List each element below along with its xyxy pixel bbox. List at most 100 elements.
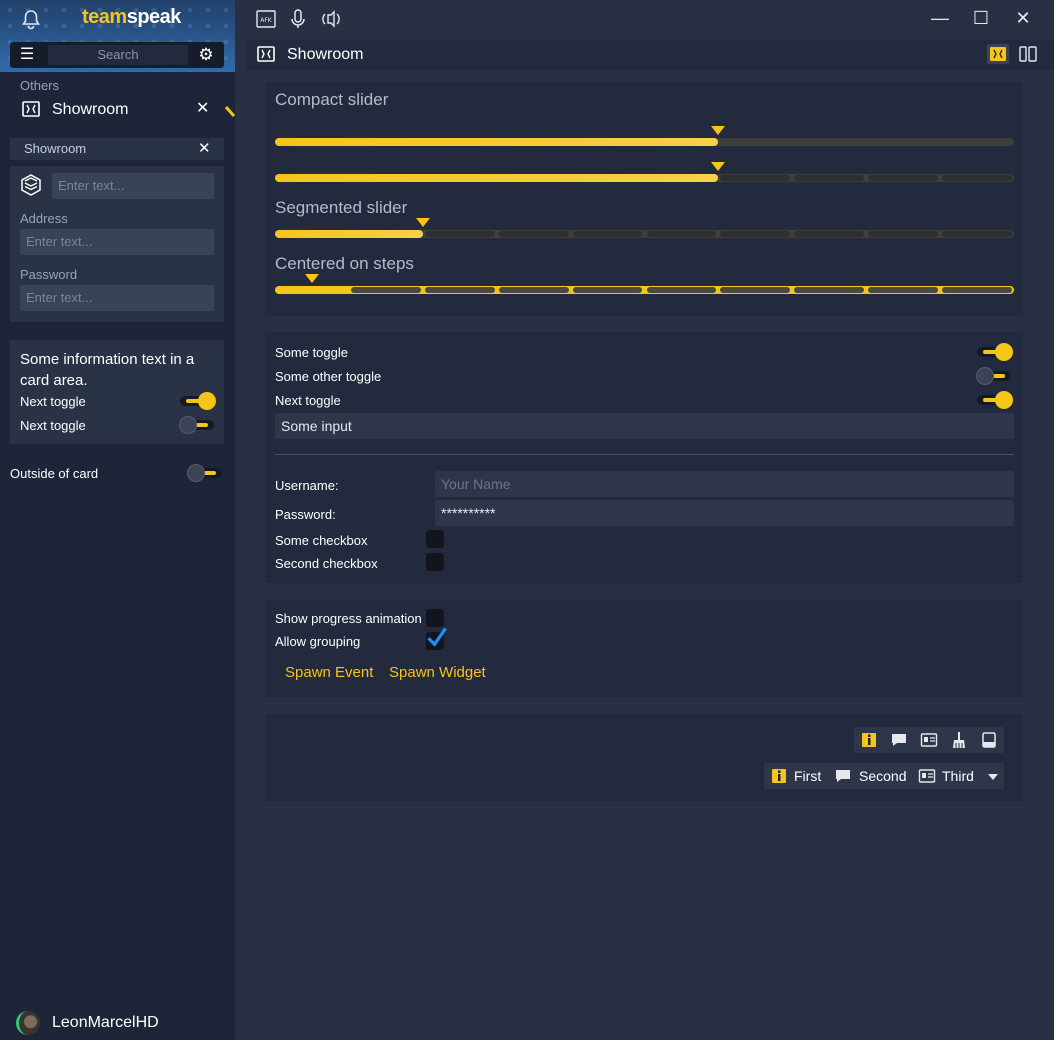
bell-icon[interactable] [20, 8, 42, 30]
sidebar-tab-showroom[interactable]: Showroom ✕ [10, 138, 224, 160]
split-view-button[interactable] [1017, 44, 1039, 64]
address-label: Address [20, 211, 68, 226]
svg-text:AFK: AFK [260, 17, 273, 24]
segmented-slider[interactable] [275, 218, 1014, 238]
menu-button[interactable]: ☰ [12, 44, 42, 66]
progress-animation-label: Show progress animation [275, 611, 422, 626]
segmented-slider-title: Segmented slider [275, 198, 408, 217]
speaker-icon[interactable] [319, 8, 341, 30]
sliders-card: Compact slider Segmented slider Centered… [265, 82, 1023, 316]
slider-segment [498, 287, 569, 293]
some-toggle[interactable] [975, 343, 1013, 361]
sidebar-header: teamspeak ☰ Search ⚙ [0, 0, 235, 72]
segment-second[interactable]: Second [859, 768, 906, 784]
toggles-card: Some toggle Some other toggle Next toggl… [265, 332, 1023, 583]
avatar[interactable] [16, 1011, 40, 1035]
split-view-icon [1019, 46, 1037, 62]
close-window-button[interactable]: ✕ [1008, 6, 1038, 30]
info-icon[interactable] [860, 731, 878, 749]
some-checkbox[interactable] [426, 530, 444, 548]
spawn-widget-button[interactable]: Spawn Widget [389, 664, 486, 681]
slider-segment [868, 231, 939, 237]
slider-segment [277, 287, 347, 293]
slider-segment [720, 287, 791, 293]
some-other-toggle-label: Some other toggle [275, 369, 382, 384]
some-input[interactable]: Some input [275, 413, 1014, 439]
toggle-label: Next toggle [20, 394, 86, 409]
some-other-toggle[interactable] [975, 367, 1013, 385]
id-card-icon[interactable] [920, 731, 938, 749]
compact-segmented-slider[interactable] [275, 162, 1014, 182]
section-label-others: Others [20, 78, 60, 93]
username-label: Username: [275, 478, 339, 493]
outside-toggle[interactable] [186, 464, 224, 482]
sidebar-toolbar: ☰ Search ⚙ [10, 42, 224, 68]
sidebar-item-label: Showroom [52, 101, 129, 118]
next-toggle-2[interactable] [178, 416, 216, 434]
gear-icon[interactable]: ⚙ [194, 44, 218, 66]
slider-segment [720, 175, 791, 181]
slider-segment [794, 287, 865, 293]
sidebar-item-showroom[interactable]: Showroom ✕ [10, 98, 225, 124]
password-field[interactable]: ********** [435, 500, 1014, 526]
slider-fill [275, 230, 423, 238]
username-field[interactable]: Your Name [435, 471, 1014, 497]
slider-thumb[interactable] [415, 218, 430, 227]
password-label: Password: [275, 507, 336, 522]
slider-segment [868, 287, 939, 293]
afk-icon[interactable]: AFK [255, 8, 277, 30]
slider-segment [720, 231, 791, 237]
second-checkbox-label: Second checkbox [275, 556, 378, 571]
icon-toolbar [854, 727, 1004, 753]
search-input[interactable]: Search [48, 45, 188, 65]
name-field[interactable]: Enter text... [52, 173, 214, 199]
slider-segment [498, 231, 569, 237]
clipboard-icon[interactable] [980, 731, 998, 749]
single-view-icon [990, 47, 1006, 61]
divider [275, 454, 1014, 455]
compact-slider-title: Compact slider [275, 90, 389, 109]
chevron-down-icon[interactable] [984, 767, 1002, 785]
id-card-icon [918, 769, 936, 783]
segment-third[interactable]: Third [942, 768, 974, 784]
slider-segment [572, 231, 643, 237]
broom-icon[interactable] [950, 731, 968, 749]
single-view-button[interactable] [987, 44, 1009, 64]
microphone-icon[interactable] [287, 8, 309, 30]
sidebar-tab-label: Showroom [24, 141, 87, 156]
outside-toggle-label: Outside of card [10, 466, 99, 481]
slider-segment [942, 231, 1012, 237]
slider-segment [424, 231, 495, 237]
slider-segment [868, 175, 939, 181]
top-toolbar: AFK — ☐ ✕ [235, 0, 1054, 38]
next-toggle-1[interactable] [178, 392, 216, 410]
toggle-label: Next toggle [20, 418, 86, 433]
info-card: Some information text in a card area. Ne… [10, 340, 224, 444]
minimize-button[interactable]: — [925, 6, 955, 30]
compact-slider[interactable] [275, 126, 1014, 146]
tab-showroom[interactable]: Showroom [247, 40, 1054, 70]
password-field[interactable]: Enter text... [20, 285, 214, 311]
slider-thumb[interactable] [711, 162, 726, 171]
next-toggle[interactable] [975, 391, 1013, 409]
segment-first[interactable]: First [794, 768, 821, 784]
allow-grouping-checkbox[interactable] [426, 627, 447, 650]
maximize-button[interactable]: ☐ [966, 6, 996, 30]
progress-animation-checkbox[interactable] [426, 609, 444, 627]
close-icon[interactable]: ✕ [198, 139, 211, 157]
slider-segment [424, 287, 495, 293]
resize-handle[interactable] [225, 106, 235, 118]
address-field[interactable]: Enter text... [20, 229, 214, 255]
centered-slider[interactable] [275, 274, 1014, 294]
teamspeak-logo: teamspeak [82, 6, 181, 28]
second-checkbox[interactable] [426, 553, 444, 571]
slider-thumb[interactable] [304, 274, 319, 283]
sidebar-form: Enter text... Address Enter text... Pass… [10, 166, 224, 322]
password-label: Password [20, 267, 78, 282]
some-checkbox-label: Some checkbox [275, 533, 368, 548]
slider-thumb[interactable] [711, 126, 726, 135]
chat-icon[interactable] [890, 731, 908, 749]
slider-segment [794, 231, 865, 237]
spawn-event-button[interactable]: Spawn Event [285, 664, 373, 681]
close-icon[interactable]: ✕ [196, 98, 209, 118]
